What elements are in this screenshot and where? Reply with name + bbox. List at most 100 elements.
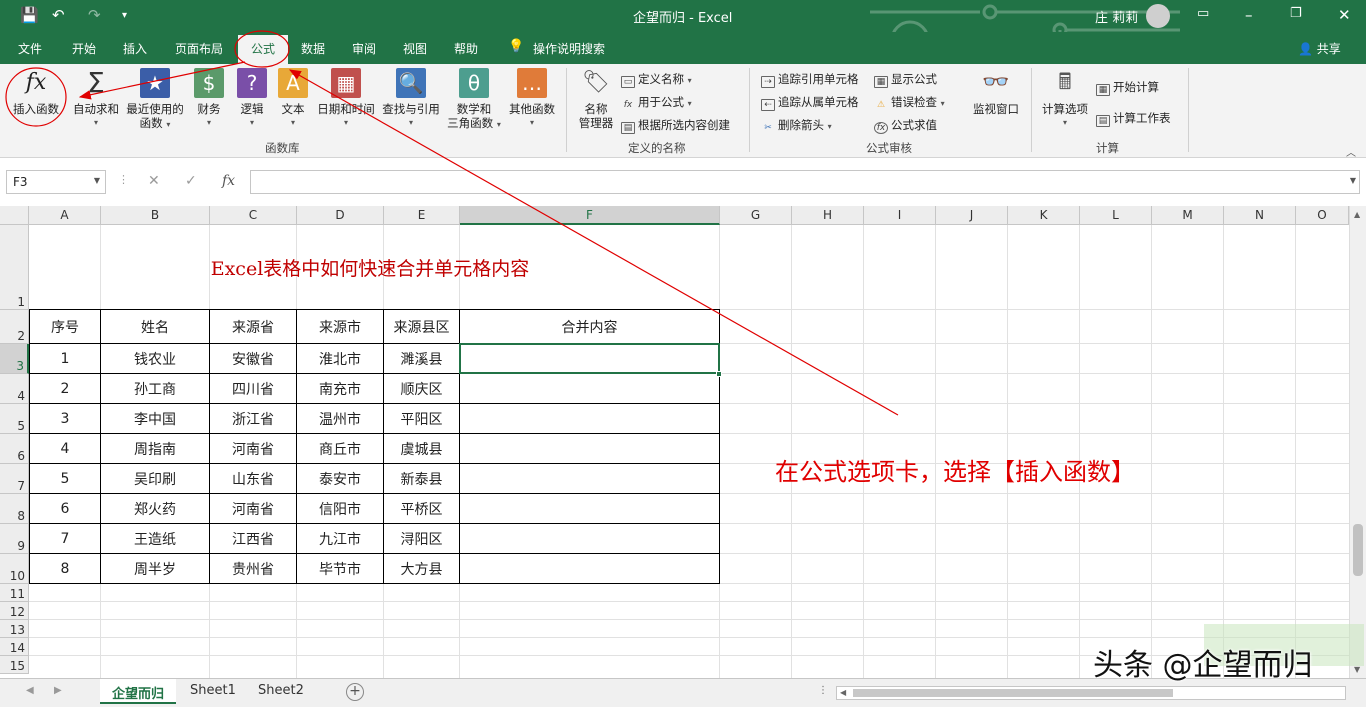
table-cell[interactable] [460, 554, 720, 584]
column-header[interactable]: J [936, 206, 1008, 225]
calculation-options-button[interactable]: 🖩 计算选项 ▾ [1038, 68, 1092, 130]
table-cell[interactable]: 浙江省 [210, 404, 297, 434]
scroll-up-icon[interactable]: ▲ [1354, 210, 1360, 219]
insert-function-button[interactable]: fx 插入函数 [8, 68, 64, 117]
column-header[interactable]: M [1152, 206, 1224, 225]
calculate-sheet-button[interactable]: ▤ 计算工作表 [1096, 110, 1171, 127]
table-cell[interactable] [460, 464, 720, 494]
tab-formulas[interactable]: 公式 [238, 35, 288, 64]
table-cell[interactable] [460, 524, 720, 554]
formula-input[interactable] [250, 170, 1360, 194]
save-icon[interactable]: 💾 [20, 6, 39, 24]
table-cell[interactable]: 周指南 [101, 434, 210, 464]
date-time-button[interactable]: ▦ 日期和时间 ▾ [314, 68, 378, 130]
table-cell[interactable]: 河南省 [210, 494, 297, 524]
table-header-cell[interactable]: 来源市 [297, 310, 384, 344]
row-header[interactable]: 4 [0, 374, 29, 404]
horizontal-scroll-thumb[interactable] [853, 689, 1173, 697]
table-cell[interactable]: 贵州省 [210, 554, 297, 584]
undo-icon[interactable]: ↶ [52, 6, 65, 24]
row-header[interactable]: 10 [0, 554, 29, 584]
use-in-formula-button[interactable]: fx 用于公式 ▾ [621, 94, 692, 112]
scroll-down-icon[interactable]: ▼ [1354, 665, 1360, 674]
column-header[interactable]: L [1080, 206, 1152, 225]
table-cell[interactable]: 周半岁 [101, 554, 210, 584]
name-manager-button[interactable]: 🏷 名称 管理器 [574, 68, 618, 131]
calculate-now-button[interactable]: ▦ 开始计算 [1096, 79, 1159, 96]
enter-icon[interactable]: ✓ [185, 173, 197, 189]
row-header[interactable]: 2 [0, 310, 29, 344]
row-header[interactable]: 15 [0, 656, 29, 674]
cancel-icon[interactable]: ✕ [148, 173, 160, 189]
table-cell[interactable] [460, 434, 720, 464]
table-cell[interactable]: 2 [30, 374, 101, 404]
scroll-left-icon[interactable]: ◀ [840, 688, 846, 697]
add-sheet-button[interactable]: + [346, 683, 364, 701]
worksheet-grid[interactable]: A B C D E F G H I J K L M N O 1 2 3 4 5 … [0, 206, 1366, 678]
table-cell[interactable]: 孙工商 [101, 374, 210, 404]
table-cell[interactable]: 淮北市 [297, 344, 384, 374]
share-button[interactable]: 👤 共享 [1298, 40, 1341, 57]
tab-data[interactable]: 数据 [301, 40, 325, 57]
column-header[interactable]: A [29, 206, 101, 225]
tell-me-search[interactable]: 操作说明搜索 [533, 40, 605, 57]
show-formulas-button[interactable]: ▦ 显示公式 [874, 71, 937, 88]
sheet-tab-active[interactable]: 企望而归 [100, 679, 177, 704]
error-checking-button[interactable]: ⚠ 错误检查 ▾ [874, 94, 945, 112]
table-cell[interactable]: 5 [30, 464, 101, 494]
column-header[interactable]: B [101, 206, 210, 225]
table-cell[interactable]: 商丘市 [297, 434, 384, 464]
prev-sheet-icon[interactable]: ◀ [26, 685, 34, 696]
table-cell[interactable]: 浔阳区 [384, 524, 460, 554]
vertical-scrollbar[interactable]: ▲ ▼ [1349, 206, 1366, 678]
evaluate-formula-button[interactable]: fx 公式求值 [874, 117, 937, 134]
table-cell[interactable]: 江西省 [210, 524, 297, 554]
tab-home[interactable]: 开始 [72, 40, 96, 57]
close-icon[interactable]: ✕ [1338, 6, 1351, 24]
horizontal-scrollbar[interactable]: ◀ [836, 686, 1346, 700]
create-from-selection-button[interactable]: ▤ 根据所选内容创建 [621, 117, 730, 134]
financial-button[interactable]: $ 财务 ▾ [192, 68, 226, 130]
fill-handle[interactable] [716, 371, 722, 377]
table-cell[interactable]: 7 [30, 524, 101, 554]
row-header[interactable]: 9 [0, 524, 29, 554]
tab-review[interactable]: 审阅 [352, 40, 376, 57]
sheet-tab[interactable]: Sheet1 [178, 679, 248, 704]
more-functions-button[interactable]: … 其他函数 ▾ [506, 68, 558, 130]
table-cell[interactable] [460, 374, 720, 404]
column-header[interactable]: C [210, 206, 297, 225]
row-header[interactable]: 14 [0, 638, 29, 656]
logical-button[interactable]: ? 逻辑 ▾ [235, 68, 269, 130]
table-header-cell[interactable]: 合并内容 [460, 310, 720, 344]
column-header-selected[interactable]: F [460, 206, 720, 225]
tab-help[interactable]: 帮助 [454, 40, 478, 57]
row-header[interactable]: 13 [0, 620, 29, 638]
row-header[interactable]: 8 [0, 494, 29, 524]
column-header[interactable]: N [1224, 206, 1296, 225]
trace-dependents-button[interactable]: ⇠ 追踪从属单元格 [761, 94, 859, 111]
column-header[interactable]: I [864, 206, 936, 225]
table-cell[interactable] [460, 404, 720, 434]
tab-view[interactable]: 视图 [403, 40, 427, 57]
tab-insert[interactable]: 插入 [123, 40, 147, 57]
column-header[interactable]: D [297, 206, 384, 225]
row-header[interactable]: 7 [0, 464, 29, 494]
table-cell[interactable]: 濉溪县 [384, 344, 460, 374]
table-header-cell[interactable]: 序号 [30, 310, 101, 344]
insert-function-fx-icon[interactable]: fx [222, 173, 235, 189]
table-cell[interactable]: 3 [30, 404, 101, 434]
lookup-reference-button[interactable]: 🔍 查找与引用 ▾ [380, 68, 442, 130]
avatar[interactable] [1146, 4, 1170, 28]
expand-formula-icon[interactable]: ▼ [1350, 176, 1356, 185]
selected-cell-f3[interactable] [459, 343, 720, 374]
table-cell[interactable]: 王造纸 [101, 524, 210, 554]
row-header-selected[interactable]: 3 [0, 344, 29, 374]
column-header[interactable]: O [1296, 206, 1349, 225]
column-header[interactable]: G [720, 206, 792, 225]
sheet-title[interactable]: Excel表格中如何快速合并单元格内容 [100, 254, 640, 281]
select-all-corner[interactable] [0, 206, 29, 225]
redo-icon[interactable]: ↷ [88, 6, 101, 24]
vertical-scroll-thumb[interactable] [1353, 524, 1363, 576]
table-cell[interactable]: 郑火药 [101, 494, 210, 524]
table-cell[interactable]: 山东省 [210, 464, 297, 494]
